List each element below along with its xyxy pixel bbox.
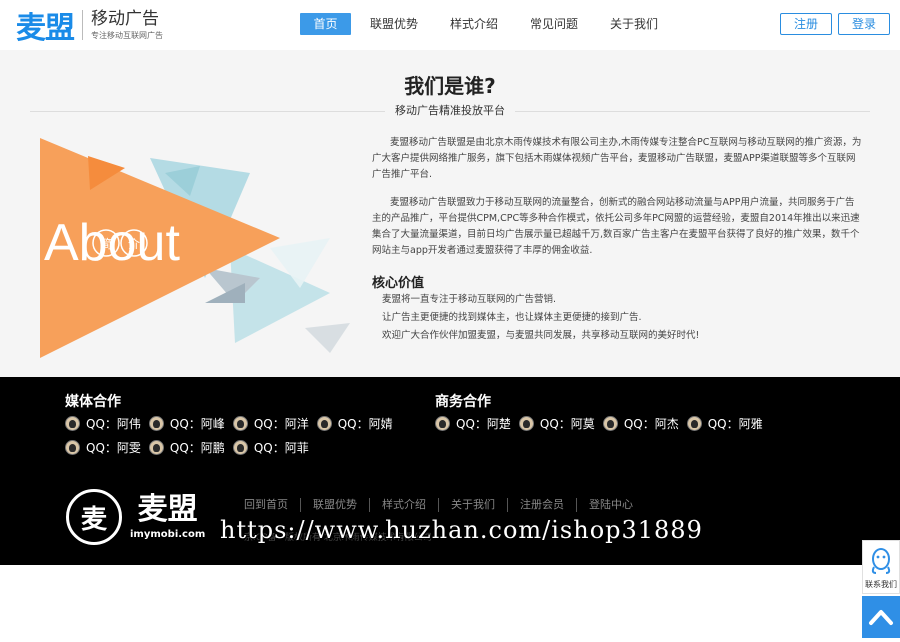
qq-contact[interactable]: QQ：阿洋 xyxy=(232,415,309,432)
art-about-word: About xyxy=(44,214,180,272)
footer-link-login[interactable]: 登陆中心 xyxy=(577,498,645,512)
logo-text: 移动广告 专注移动互联网广告 xyxy=(91,8,163,40)
qq-penguin-icon xyxy=(871,548,891,574)
qq-contact-label: QQ：阿伟 xyxy=(86,417,141,431)
media-coop-title: 媒体合作 xyxy=(65,394,121,410)
business-coop-title: 商务合作 xyxy=(435,394,491,410)
qq-contact-label: QQ：阿峰 xyxy=(169,417,225,431)
business-qq-row-1: QQ：阿楚 QQ：阿莫 QQ：阿杰 QQ：阿雅 xyxy=(435,415,771,432)
watermark-text: https://www.huzhan.com/ishop31889 xyxy=(220,516,703,544)
core-value-item: 让广告主更便捷的找到媒体主，也让媒体主更便捷的接到广告. xyxy=(382,312,642,323)
footer-logo[interactable]: 麦 麦盟 imymobi.com xyxy=(66,489,205,545)
qq-contact[interactable]: QQ：阿杰 xyxy=(602,415,679,432)
qq-contact[interactable]: QQ：阿婧 xyxy=(316,415,393,432)
contact-us-label: 联系我们 xyxy=(865,580,897,589)
qq-contact[interactable]: QQ：阿伟 xyxy=(65,415,141,432)
qq-contact[interactable]: QQ：阿雅 xyxy=(686,415,763,432)
footer-link-advantages[interactable]: 联盟优势 xyxy=(301,498,370,512)
core-values-list: 麦盟将一直专注于移动互联网的广告营销. 让广告主更便捷的找到媒体主，也让媒体主更… xyxy=(382,291,699,345)
qq-avatar-icon xyxy=(435,416,450,431)
art-cn-char-2: 介 xyxy=(128,237,140,251)
nav-about[interactable]: 关于我们 xyxy=(597,13,671,35)
qq-avatar-icon xyxy=(148,440,164,455)
qq-contact-label: QQ：阿鹏 xyxy=(169,441,225,455)
qq-avatar-icon xyxy=(316,416,332,431)
footer-link-register[interactable]: 注册会员 xyxy=(508,498,577,512)
footer-links: 回到首页 联盟优势 样式介绍 关于我们 注册会员 登陆中心 xyxy=(232,498,645,512)
qq-contact-label: QQ：阿莫 xyxy=(539,417,595,431)
nav-home[interactable]: 首页 xyxy=(300,13,351,35)
media-qq-row-2: QQ：阿雯 QQ：阿鹏 QQ：阿菲 xyxy=(65,439,317,456)
qq-avatar-icon xyxy=(232,440,248,455)
qq-avatar-icon xyxy=(65,416,80,431)
nav-faq[interactable]: 常见问题 xyxy=(517,13,591,35)
logo-divider xyxy=(82,10,83,40)
qq-contact[interactable]: QQ：阿菲 xyxy=(232,439,309,456)
qq-contact[interactable]: QQ：阿楚 xyxy=(435,415,511,432)
qq-contact-label: QQ：阿楚 xyxy=(456,417,511,431)
back-to-top-button[interactable] xyxy=(862,596,900,638)
footer-link-home[interactable]: 回到首页 xyxy=(232,498,301,512)
art-triangle-gray xyxy=(305,323,350,353)
logo-title: 移动广告 xyxy=(91,8,159,29)
logo-subtitle: 专注移动互联网广告 xyxy=(91,30,163,40)
qq-avatar-icon xyxy=(602,416,618,431)
qq-contact-label: QQ：阿雅 xyxy=(707,417,763,431)
art-cn-char-1: 简 xyxy=(100,237,112,251)
qq-contact-label: QQ：阿洋 xyxy=(253,417,309,431)
site-header: 麦盟 移动广告 专注移动互联网广告 首页 联盟优势 样式介绍 常见问题 关于我们… xyxy=(0,0,900,50)
section-subheading: 移动广告精准投放平台 xyxy=(385,102,515,118)
nav-advantages[interactable]: 联盟优势 xyxy=(357,13,431,35)
site-logo[interactable]: 麦盟 移动广告 专注移动互联网广告 xyxy=(16,6,163,46)
qq-avatar-icon xyxy=(65,440,80,455)
core-value-item: 欢迎广大合作伙伴加盟麦盟，与麦盟共同发展，共享移动互联网的美好时代! xyxy=(382,330,700,341)
footer-link-styles[interactable]: 样式介绍 xyxy=(370,498,439,512)
core-value-item: 麦盟将一直专注于移动互联网的广告营销. xyxy=(382,294,557,305)
footer-logo-name: 麦盟 xyxy=(137,491,198,527)
about-illustration: About 简 介 xyxy=(40,138,350,358)
footer-logo-text: 麦盟 imymobi.com xyxy=(130,491,206,540)
media-qq-row-1: QQ：阿伟 QQ：阿峰 QQ：阿洋 QQ：阿婧 xyxy=(65,415,401,432)
qq-contact[interactable]: QQ：阿鹏 xyxy=(148,439,225,456)
qq-avatar-icon xyxy=(686,416,702,431)
qq-avatar-icon xyxy=(232,416,248,431)
chevron-up-icon xyxy=(869,610,893,625)
qq-avatar-icon xyxy=(148,416,164,431)
login-button[interactable]: 登录 xyxy=(838,13,890,35)
qq-contact-label: QQ：阿雯 xyxy=(86,441,141,455)
footer-logo-circle: 麦 xyxy=(66,489,122,545)
about-section: 我们是谁? 移动广告精准投放平台 About 简 介 麦盟移动广告联盟是由北京木… xyxy=(0,50,900,377)
intro-paragraph-1: 麦盟移动广告联盟是由北京木雨传媒技术有限公司主办,木雨传媒专注整合PC互联网与移… xyxy=(372,137,862,180)
intro-paragraph-2: 麦盟移动广告联盟致力于移动互联网的流量整合，创新式的融合网站移动流量与APP用户… xyxy=(372,197,860,256)
qq-contact-label: QQ：阿婧 xyxy=(337,417,393,431)
qq-contact[interactable]: QQ：阿莫 xyxy=(518,415,595,432)
section-heading: 我们是谁? xyxy=(404,74,496,98)
qq-contact[interactable]: QQ：阿峰 xyxy=(148,415,225,432)
footer-logo-domain: imymobi.com xyxy=(130,528,206,540)
qq-contact-label: QQ：阿菲 xyxy=(253,441,309,455)
qq-avatar-icon xyxy=(518,416,534,431)
main-nav: 首页 联盟优势 样式介绍 常见问题 关于我们 xyxy=(300,13,677,35)
register-button[interactable]: 注册 xyxy=(780,13,832,35)
nav-styles[interactable]: 样式介绍 xyxy=(437,13,511,35)
core-values-title: 核心价值 xyxy=(372,276,425,291)
contact-us-widget[interactable]: 联系我们 xyxy=(862,540,900,594)
qq-contact[interactable]: QQ：阿雯 xyxy=(65,439,141,456)
qq-contact-label: QQ：阿杰 xyxy=(623,417,679,431)
footer-link-about[interactable]: 关于我们 xyxy=(439,498,508,512)
logo-mark: 麦盟 xyxy=(16,11,75,46)
